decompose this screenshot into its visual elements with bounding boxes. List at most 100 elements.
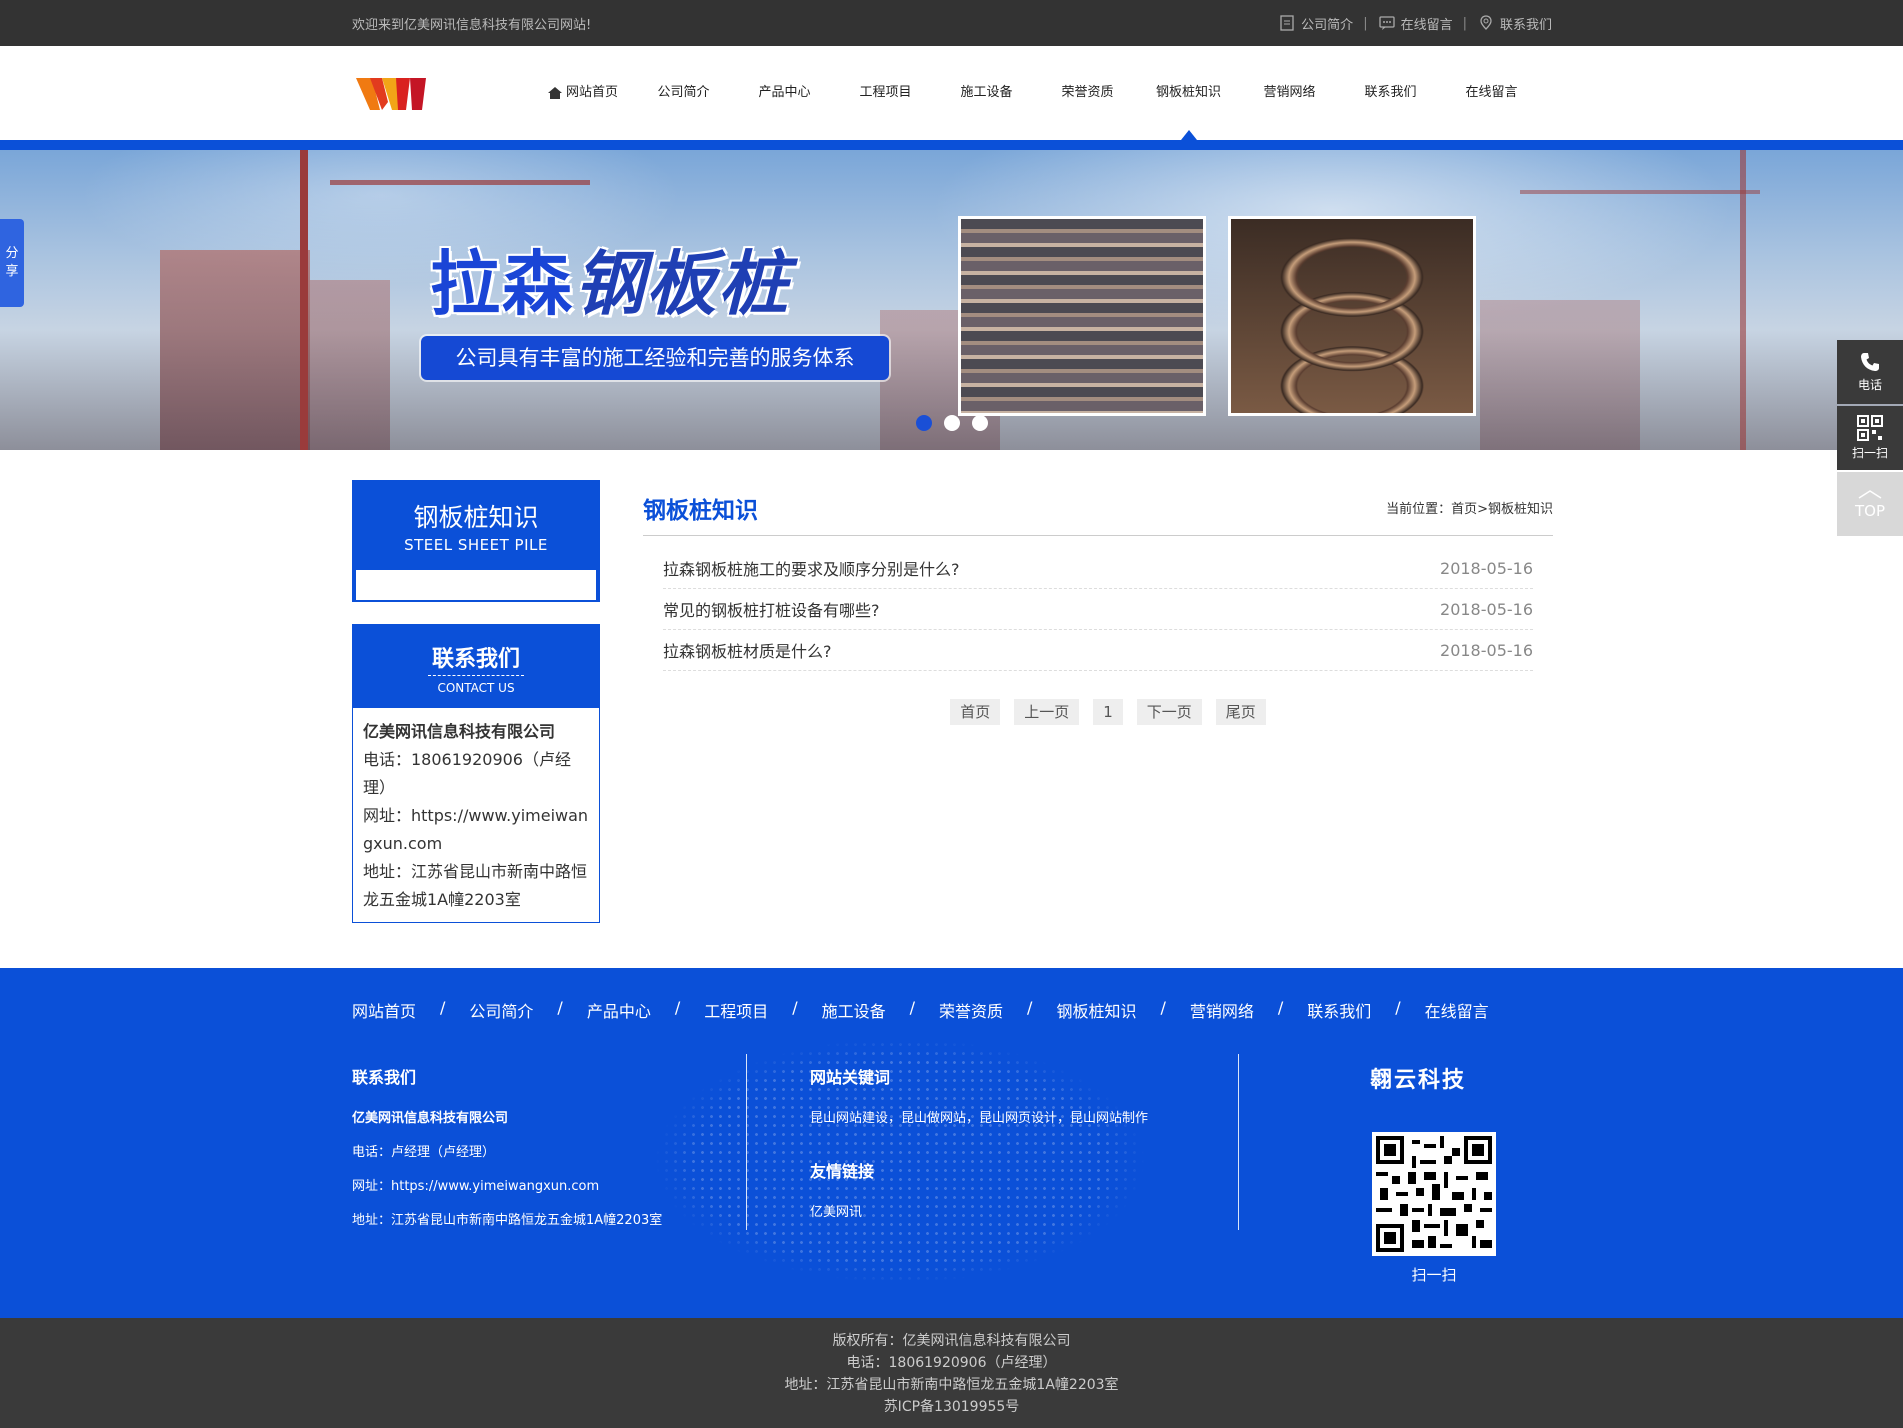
- article-date: 2018-05-16: [1440, 558, 1533, 578]
- footer-nav-knowledge[interactable]: 钢板桩知识: [1056, 998, 1136, 1022]
- welcome-text: 欢迎来到亿美网讯信息科技有限公司网站!: [352, 17, 592, 33]
- footer-divider: [746, 1054, 747, 1230]
- footer-contact-title: 联系我们: [352, 1068, 417, 1087]
- footer-nav-equipment[interactable]: 施工设备: [822, 998, 886, 1022]
- footer-phone: 电话：卢经理（卢经理）: [352, 1145, 496, 1160]
- banner-title: 拉森钢板桩: [430, 242, 790, 325]
- footer-friends-title: 友情链接: [810, 1162, 875, 1181]
- nav-contact[interactable]: 联系我们: [1340, 46, 1441, 140]
- footer-brand: 翱云科技: [1370, 1067, 1467, 1093]
- slide-dot-3[interactable]: [972, 415, 988, 431]
- nav-home[interactable]: 网站首页: [532, 46, 633, 140]
- footer-nav-home[interactable]: 网站首页: [352, 998, 416, 1022]
- category-box: 钢板桩知识 STEEL SHEET PILE: [352, 480, 600, 602]
- nav-about[interactable]: 公司简介: [633, 46, 734, 140]
- footer-company: 亿美网讯信息科技有限公司: [352, 1111, 509, 1126]
- footer-contact: 联系我们 亿美网讯信息科技有限公司 电话：卢经理（卢经理） 网址：https:/…: [352, 1064, 662, 1238]
- copyright-phone: 电话：18061920906（卢经理）: [846, 1355, 1057, 1371]
- copyright-address: 地址：江苏省昆山市新南中路恒龙五金城1A幢2203室: [784, 1377, 1119, 1393]
- page-title: 钢板桩知识: [643, 497, 758, 524]
- top-link-contact[interactable]: 联系我们: [1477, 14, 1552, 33]
- top-bar: 欢迎来到亿美网讯信息科技有限公司网站! 公司简介 | 在线留言 | 联系我们: [0, 0, 1903, 46]
- contact-box: 联系我们 CONTACT US 亿美网讯信息科技有限公司 电话：18061920…: [352, 624, 600, 923]
- contact-title-en: CONTACT US: [437, 681, 515, 695]
- list-item[interactable]: 常见的钢板桩打桩设备有哪些? 2018-05-16: [663, 589, 1533, 630]
- banner-image-steel-profiles: [1228, 216, 1476, 416]
- article-date: 2018-05-16: [1440, 640, 1533, 660]
- copyright-bar: 版权所有：亿美网讯信息科技有限公司 电话：18061920906（卢经理） 地址…: [0, 1318, 1903, 1428]
- footer-nav-projects[interactable]: 工程项目: [704, 998, 768, 1022]
- nav-message[interactable]: 在线留言: [1441, 46, 1542, 140]
- hero-banner[interactable]: 拉森钢板桩 公司具有丰富的施工经验和完善的服务体系: [0, 150, 1903, 450]
- copyright-icp[interactable]: 苏ICP备13019955号: [0, 1396, 1903, 1418]
- qrcode-label: 扫一扫: [1411, 1266, 1457, 1284]
- qrcode-icon: [1857, 415, 1883, 441]
- footer-divider: [1238, 1054, 1239, 1230]
- banner-subtitle: 公司具有丰富的施工经验和完善的服务体系: [421, 336, 889, 380]
- slide-dot-2[interactable]: [944, 415, 960, 431]
- category-title: 钢板桩知识: [413, 503, 539, 532]
- page-number-button[interactable]: 1: [1093, 699, 1123, 725]
- top-link-message[interactable]: 在线留言: [1378, 14, 1453, 33]
- banner-image-steel-stack: [958, 216, 1206, 416]
- nav-products[interactable]: 产品中心: [734, 46, 835, 140]
- contact-title: 联系我们: [427, 641, 524, 676]
- footer-url: 网址：https://www.yimeiwangxun.com: [352, 1179, 600, 1194]
- banner-dots: [916, 415, 988, 431]
- breadcrumb: 当前位置：首页>钢板桩知识: [1386, 502, 1553, 517]
- footer-keywords-title: 网站关键词: [810, 1068, 891, 1087]
- main-column: 钢板桩知识 当前位置：首页>钢板桩知识 拉森钢板桩施工的要求及顺序分别是什么? …: [643, 480, 1553, 725]
- footer-nav-contact[interactable]: 联系我们: [1307, 998, 1371, 1022]
- chat-icon: [1378, 16, 1395, 30]
- footer-keywords: 网站关键词 昆山网站建设，昆山做网站，昆山网页设计，昆山网站制作 友情链接 亿美…: [810, 1064, 1148, 1230]
- qrcode-image: [1372, 1132, 1496, 1256]
- page-last-button[interactable]: 尾页: [1215, 699, 1266, 725]
- footer-keywords-text: 昆山网站建设，昆山做网站，昆山网页设计，昆山网站制作: [810, 1111, 1149, 1126]
- article-list: 拉森钢板桩施工的要求及顺序分别是什么? 2018-05-16 常见的钢板桩打桩设…: [663, 548, 1533, 671]
- contact-address: 地址：江苏省昆山市新南中路恒龙五金城1A幢2203室: [363, 862, 588, 909]
- footer-nav-message[interactable]: 在线留言: [1425, 998, 1489, 1022]
- footer-friend-link[interactable]: 亿美网讯: [810, 1196, 1148, 1230]
- document-icon: [1280, 15, 1294, 31]
- footer-nav-network[interactable]: 营销网络: [1190, 998, 1254, 1022]
- category-list: [356, 570, 596, 600]
- phone-widget[interactable]: 电话: [1837, 340, 1903, 404]
- content-area: 钢板桩知识 STEEL SHEET PILE 联系我们 CONTACT US 亿…: [0, 450, 1903, 968]
- footer-nav-products[interactable]: 产品中心: [587, 998, 651, 1022]
- page-next-button[interactable]: 下一页: [1136, 699, 1202, 725]
- pagination: 首页 上一页 1 下一页 尾页: [663, 699, 1553, 725]
- article-title[interactable]: 拉森钢板桩施工的要求及顺序分别是什么?: [663, 556, 960, 580]
- list-item[interactable]: 拉森钢板桩施工的要求及顺序分别是什么? 2018-05-16: [663, 548, 1533, 589]
- location-icon: [1480, 15, 1492, 30]
- contact-url: 网址：https://www.yimeiwangxun.com: [363, 806, 589, 853]
- contact-phone: 电话：18061920906（卢经理）: [363, 750, 571, 797]
- page-prev-button[interactable]: 上一页: [1014, 699, 1080, 725]
- nav-equipment[interactable]: 施工设备: [936, 46, 1037, 140]
- header: 网站首页 公司简介 产品中心 工程项目 施工设备 荣誉资质 钢板桩知识 营销网络…: [0, 46, 1903, 140]
- page-first-button[interactable]: 首页: [950, 699, 1001, 725]
- left-sidebar: 钢板桩知识 STEEL SHEET PILE 联系我们 CONTACT US 亿…: [352, 480, 600, 923]
- home-icon: [547, 87, 562, 99]
- nav-underline-bar: [0, 140, 1903, 150]
- main-nav: 网站首页 公司简介 产品中心 工程项目 施工设备 荣誉资质 钢板桩知识 营销网络…: [532, 46, 1542, 140]
- company-logo[interactable]: [352, 68, 432, 118]
- article-date: 2018-05-16: [1440, 599, 1533, 619]
- article-title[interactable]: 常见的钢板桩打桩设备有哪些?: [663, 597, 880, 621]
- share-tab[interactable]: 分 享: [0, 219, 24, 307]
- slide-dot-1[interactable]: [916, 415, 932, 431]
- article-title[interactable]: 拉森钢板桩材质是什么?: [663, 638, 832, 662]
- nav-knowledge[interactable]: 钢板桩知识: [1138, 46, 1239, 140]
- top-link-about[interactable]: 公司简介: [1278, 14, 1353, 33]
- contact-company: 亿美网讯信息科技有限公司: [363, 722, 556, 741]
- footer-nav-about[interactable]: 公司简介: [469, 998, 533, 1022]
- footer: 网站首页 / 公司简介 / 产品中心 / 工程项目 / 施工设备 / 荣誉资质 / 钢板桩知…: [0, 968, 1903, 1318]
- nav-honors[interactable]: 荣誉资质: [1037, 46, 1138, 140]
- qrcode-icon: [1376, 1136, 1492, 1252]
- footer-nav-honors[interactable]: 荣誉资质: [939, 998, 1003, 1022]
- copyright-owner: 版权所有：亿美网讯信息科技有限公司: [832, 1333, 1071, 1349]
- list-item[interactable]: 拉森钢板桩材质是什么? 2018-05-16: [663, 630, 1533, 671]
- nav-network[interactable]: 营销网络: [1239, 46, 1340, 140]
- nav-projects[interactable]: 工程项目: [835, 46, 936, 140]
- top-links: 公司简介 | 在线留言 | 联系我们: [1278, 14, 1552, 33]
- phone-icon: [1861, 353, 1879, 371]
